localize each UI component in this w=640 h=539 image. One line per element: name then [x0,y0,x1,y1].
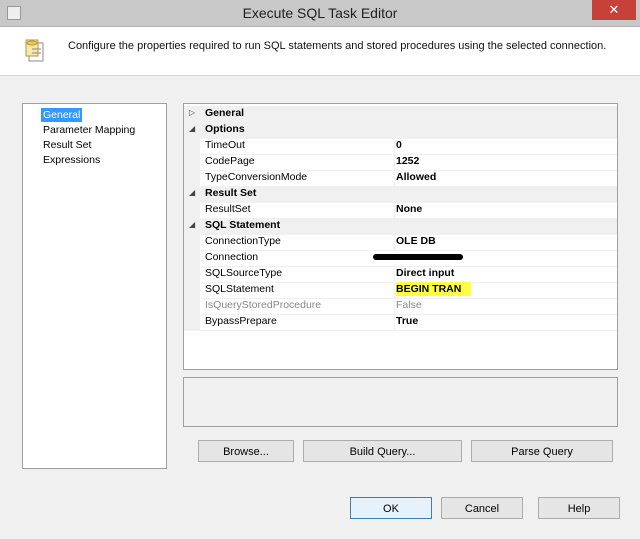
property-value[interactable]: 1252 [394,155,618,170]
property-name: BypassPrepare [205,315,277,327]
nav-item-parameter-mapping[interactable]: Parameter Mapping [43,123,135,137]
parse-query-button[interactable]: Parse Query [471,440,613,462]
nav-item-expressions[interactable]: Expressions [43,153,100,167]
property-value-wrap[interactable]: BEGIN TRAN [394,282,618,298]
property-row-typeconversionmode[interactable]: TypeConversionMode Allowed [184,170,617,187]
build-query-button[interactable]: Build Query... [303,440,462,462]
property-name: SQLSourceType [205,267,283,279]
window-title: Execute SQL Task Editor [242,5,398,21]
dialog-body: General Parameter Mapping Result Set Exp… [0,76,640,539]
category-label: General [205,107,245,119]
property-name: TimeOut [205,139,245,151]
ok-button[interactable]: OK [350,497,432,519]
property-value[interactable]: 0 [394,139,618,154]
title-bar: Execute SQL Task Editor ✕ [0,0,640,27]
property-value: False [394,299,618,314]
cancel-button[interactable]: Cancel [441,497,523,519]
property-row-resultset[interactable]: ResultSet None [184,202,617,219]
property-name: ResultSet [205,203,251,215]
category-label: SQL Statement [205,219,281,231]
property-row-sqlstatement[interactable]: SQLStatement BEGIN TRAN [184,282,617,299]
close-button[interactable]: ✕ [592,0,636,20]
header-description: Configure the properties required to run… [68,40,607,52]
category-sql-statement[interactable]: ◢ SQL Statement [184,218,617,235]
property-name: SQLStatement [205,283,274,295]
collapse-icon[interactable]: ◢ [189,188,195,197]
property-description-panel [183,377,618,427]
property-row-isquerystoredprocedure[interactable]: IsQueryStoredProcedure False [184,298,617,315]
property-value[interactable]: Direct input [394,267,618,282]
header-panel: Configure the properties required to run… [0,27,640,76]
property-row-bypassprepare[interactable]: BypassPrepare True [184,314,617,331]
property-value[interactable]: Allowed [394,171,618,186]
task-editor-icon [25,39,44,62]
property-row-codepage[interactable]: CodePage 1252 [184,154,617,171]
category-label: Result Set [205,187,257,199]
redacted-value [373,254,463,260]
property-value[interactable]: None [394,203,618,218]
category-label: Options [205,123,245,135]
sql-statement-value: BEGIN TRAN [396,282,472,296]
help-button[interactable]: Help [538,497,620,519]
property-value[interactable]: True [394,315,618,330]
property-row-sqlsourcetype[interactable]: SQLSourceType Direct input [184,266,617,283]
page-navigation: General Parameter Mapping Result Set Exp… [22,103,167,469]
property-name: TypeConversionMode [205,171,308,183]
property-row-connection[interactable]: Connection [184,250,617,267]
expand-icon[interactable]: ▷ [189,108,195,117]
nav-item-result-set[interactable]: Result Set [43,138,91,152]
property-row-connectiontype[interactable]: ConnectionType OLE DB [184,234,617,251]
category-options[interactable]: ◢ Options [184,122,617,139]
collapse-icon[interactable]: ◢ [189,124,195,133]
category-general[interactable]: ▷ General [184,106,617,123]
property-name: IsQueryStoredProcedure [205,299,322,311]
property-name: Connection [205,251,259,263]
property-grid: ▷ General ◢ Options TimeOut 0 CodePage 1… [183,103,618,370]
property-name: CodePage [205,155,255,167]
category-result-set[interactable]: ◢ Result Set [184,186,617,203]
collapse-icon[interactable]: ◢ [189,220,195,229]
browse-button[interactable]: Browse... [198,440,294,462]
property-value[interactable]: OLE DB [394,235,618,250]
property-row-timeout[interactable]: TimeOut 0 [184,138,617,155]
property-name: ConnectionType [205,235,281,247]
nav-item-general[interactable]: General [41,108,83,122]
